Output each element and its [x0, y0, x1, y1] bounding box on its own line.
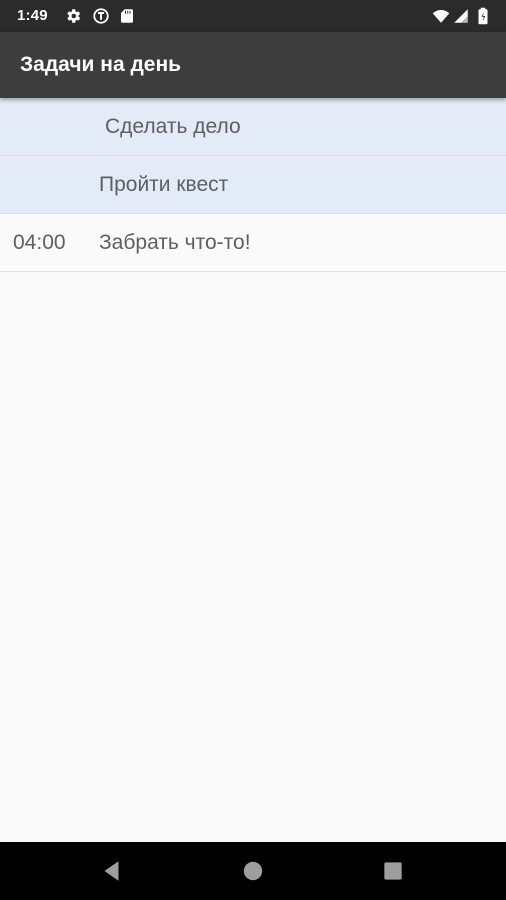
- task-title: Сделать дело: [105, 115, 241, 138]
- recents-icon[interactable]: [380, 858, 406, 884]
- app-bar: Задачи на день: [0, 32, 506, 98]
- gear-icon: [67, 9, 81, 23]
- list-item[interactable]: Сделать дело: [0, 98, 506, 156]
- sd-card-icon: [121, 9, 133, 23]
- back-icon[interactable]: [99, 858, 125, 884]
- list-item[interactable]: Пройти квест: [0, 156, 506, 214]
- cell-signal-icon: [454, 9, 468, 23]
- task-title: Забрать что-то!: [99, 231, 251, 254]
- status-bar: 1:49: [0, 0, 506, 32]
- task-title: Пройти квест: [99, 173, 229, 196]
- list-item[interactable]: 04:00 Забрать что-то!: [0, 214, 506, 272]
- sync-badge-icon: [93, 8, 109, 24]
- navigation-bar: [0, 842, 506, 900]
- status-time: 1:49: [17, 7, 48, 24]
- wifi-icon: [432, 10, 450, 23]
- home-icon[interactable]: [240, 858, 266, 884]
- app-title: Задачи на день: [20, 53, 182, 76]
- task-list: Сделать дело Пройти квест 04:00 Забрать …: [0, 98, 506, 272]
- battery-icon: [478, 7, 488, 25]
- task-time: 04:00: [13, 231, 66, 254]
